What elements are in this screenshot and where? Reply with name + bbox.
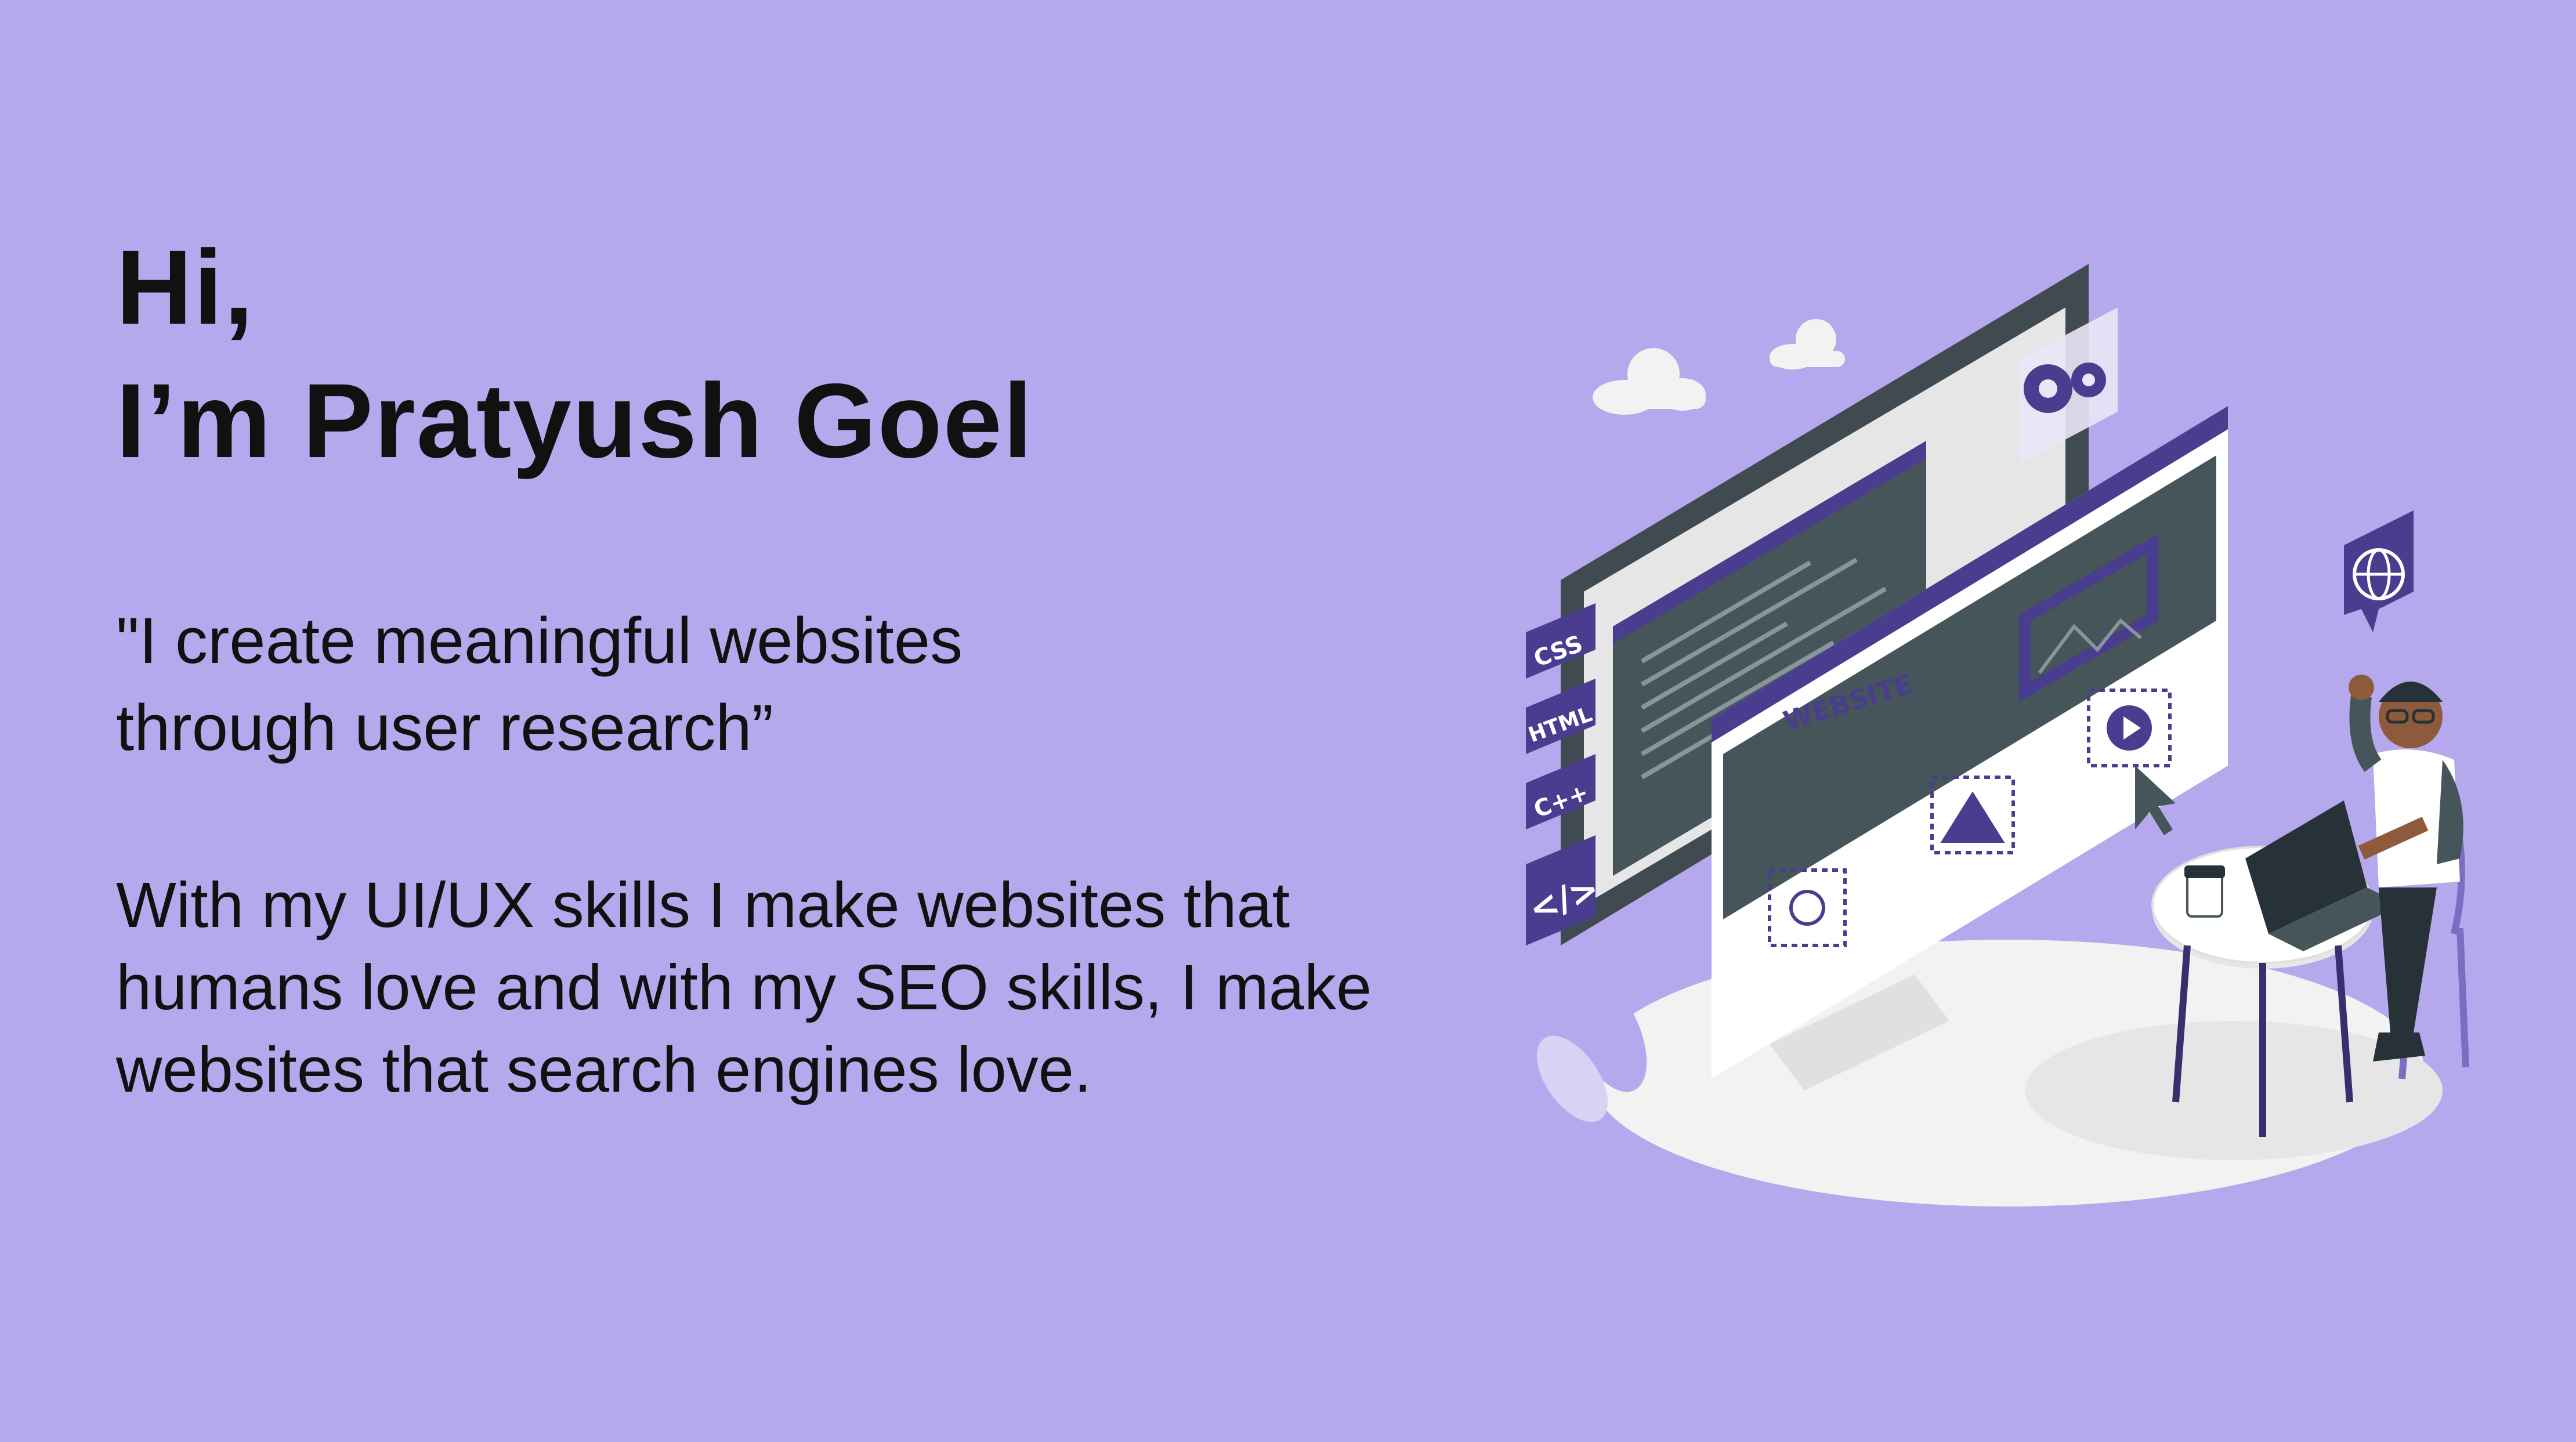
tagline: "I create meaningful websites through us… — [116, 597, 1450, 771]
person-figure — [2349, 675, 2463, 1061]
illustration-svg: WEBSITE CSS HTML C++ </> — [1524, 264, 2469, 1207]
greeting-heading: Hi, — [116, 228, 255, 346]
coffee-cup-icon — [2184, 865, 2225, 918]
globe-icon — [2344, 510, 2414, 632]
code-tag: </> — [1524, 835, 1604, 945]
tagline-line-2: through user research” — [116, 691, 774, 764]
cloud-icon — [1770, 319, 1845, 369]
web-development-illustration: WEBSITE CSS HTML C++ </> — [1508, 220, 2506, 1207]
tagline-line-1: "I create meaningful websites — [116, 604, 963, 677]
name-heading: I’m Pratyush Goel — [116, 361, 1034, 480]
description-paragraph: With my UI/UX skills I make websites tha… — [116, 869, 1372, 1106]
hero-text-block: Hi, I’m Pratyush Goel "I create meaningf… — [116, 220, 1450, 1111]
cloud-icon — [1593, 348, 1706, 415]
